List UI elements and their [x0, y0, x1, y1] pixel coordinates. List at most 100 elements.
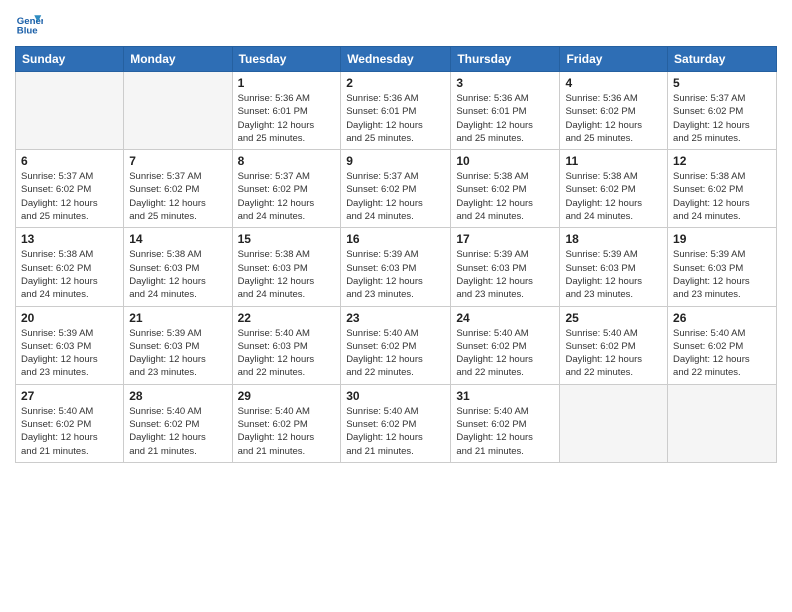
day-number: 21	[129, 311, 226, 325]
calendar-cell: 8 Sunrise: 5:37 AM Sunset: 6:02 PM Daylig…	[232, 150, 341, 228]
day-info: Sunrise: 5:38 AM Sunset: 6:03 PM Dayligh…	[129, 248, 226, 301]
calendar-cell: 4 Sunrise: 5:36 AM Sunset: 6:02 PM Daylig…	[560, 72, 668, 150]
calendar-cell: 20Sunrise: 5:39 AM Sunset: 6:03 PM Dayli…	[16, 306, 124, 384]
day-info: Sunrise: 5:38 AM Sunset: 6:02 PM Dayligh…	[565, 170, 662, 223]
calendar-week-1: 1 Sunrise: 5:36 AM Sunset: 6:01 PM Daylig…	[16, 72, 777, 150]
page: General Blue SundayMondayTuesdayWednesda…	[0, 0, 792, 612]
calendar-week-3: 13 Sunrise: 5:38 AM Sunset: 6:02 PM Dayli…	[16, 228, 777, 306]
weekday-header-monday: Monday	[124, 47, 232, 72]
day-info: Sunrise: 5:36 AM Sunset: 6:01 PM Dayligh…	[346, 92, 445, 145]
calendar-header-row: SundayMondayTuesdayWednesdayThursdayFrid…	[16, 47, 777, 72]
calendar-cell: 6 Sunrise: 5:37 AM Sunset: 6:02 PM Daylig…	[16, 150, 124, 228]
logo: General Blue	[15, 10, 45, 38]
calendar-cell: 23 Sunrise: 5:40 AM Sunset: 6:02 PM Dayli…	[341, 306, 451, 384]
day-info: Sunrise: 5:39 AM Sunset: 6:03 PM Dayligh…	[129, 327, 226, 380]
calendar-cell: 26 Sunrise: 5:40 AM Sunset: 6:02 PM Dayli…	[668, 306, 777, 384]
calendar-cell: 5Sunrise: 5:37 AM Sunset: 6:02 PM Daylig…	[668, 72, 777, 150]
calendar-cell: 12 Sunrise: 5:38 AM Sunset: 6:02 PM Dayli…	[668, 150, 777, 228]
calendar-cell: 29 Sunrise: 5:40 AM Sunset: 6:02 PM Dayli…	[232, 384, 341, 462]
day-number: 26	[673, 311, 771, 325]
calendar-table: SundayMondayTuesdayWednesdayThursdayFrid…	[15, 46, 777, 463]
weekday-header-thursday: Thursday	[451, 47, 560, 72]
calendar-cell	[668, 384, 777, 462]
day-info: Sunrise: 5:36 AM Sunset: 6:02 PM Dayligh…	[565, 92, 662, 145]
calendar-cell: 14 Sunrise: 5:38 AM Sunset: 6:03 PM Dayli…	[124, 228, 232, 306]
day-number: 29	[238, 389, 336, 403]
calendar-cell: 28 Sunrise: 5:40 AM Sunset: 6:02 PM Dayli…	[124, 384, 232, 462]
day-number: 12	[673, 154, 771, 168]
day-number: 11	[565, 154, 662, 168]
calendar-cell: 25Sunrise: 5:40 AM Sunset: 6:02 PM Dayli…	[560, 306, 668, 384]
day-info: Sunrise: 5:37 AM Sunset: 6:02 PM Dayligh…	[21, 170, 118, 223]
day-info: Sunrise: 5:36 AM Sunset: 6:01 PM Dayligh…	[456, 92, 554, 145]
day-number: 14	[129, 232, 226, 246]
day-info: Sunrise: 5:40 AM Sunset: 6:02 PM Dayligh…	[673, 327, 771, 380]
calendar-week-2: 6 Sunrise: 5:37 AM Sunset: 6:02 PM Daylig…	[16, 150, 777, 228]
day-info: Sunrise: 5:39 AM Sunset: 6:03 PM Dayligh…	[673, 248, 771, 301]
day-number: 15	[238, 232, 336, 246]
day-number: 31	[456, 389, 554, 403]
day-info: Sunrise: 5:40 AM Sunset: 6:02 PM Dayligh…	[21, 405, 118, 458]
day-number: 24	[456, 311, 554, 325]
day-info: Sunrise: 5:40 AM Sunset: 6:02 PM Dayligh…	[456, 327, 554, 380]
day-number: 22	[238, 311, 336, 325]
day-info: Sunrise: 5:38 AM Sunset: 6:02 PM Dayligh…	[673, 170, 771, 223]
calendar-cell: 2Sunrise: 5:36 AM Sunset: 6:01 PM Daylig…	[341, 72, 451, 150]
calendar-cell: 17 Sunrise: 5:39 AM Sunset: 6:03 PM Dayli…	[451, 228, 560, 306]
calendar-cell: 13 Sunrise: 5:38 AM Sunset: 6:02 PM Dayli…	[16, 228, 124, 306]
day-number: 6	[21, 154, 118, 168]
day-number: 16	[346, 232, 445, 246]
day-number: 13	[21, 232, 118, 246]
day-info: Sunrise: 5:40 AM Sunset: 6:02 PM Dayligh…	[456, 405, 554, 458]
calendar-cell: 7 Sunrise: 5:37 AM Sunset: 6:02 PM Daylig…	[124, 150, 232, 228]
calendar-cell: 1 Sunrise: 5:36 AM Sunset: 6:01 PM Daylig…	[232, 72, 341, 150]
header: General Blue	[15, 10, 777, 38]
day-number: 1	[238, 76, 336, 90]
calendar-cell: 30Sunrise: 5:40 AM Sunset: 6:02 PM Dayli…	[341, 384, 451, 462]
day-number: 7	[129, 154, 226, 168]
day-number: 10	[456, 154, 554, 168]
calendar-cell	[560, 384, 668, 462]
day-number: 4	[565, 76, 662, 90]
day-number: 19	[673, 232, 771, 246]
calendar-week-4: 20Sunrise: 5:39 AM Sunset: 6:03 PM Dayli…	[16, 306, 777, 384]
day-number: 28	[129, 389, 226, 403]
calendar-cell: 21 Sunrise: 5:39 AM Sunset: 6:03 PM Dayli…	[124, 306, 232, 384]
day-number: 8	[238, 154, 336, 168]
calendar-cell: 10Sunrise: 5:38 AM Sunset: 6:02 PM Dayli…	[451, 150, 560, 228]
calendar-cell	[124, 72, 232, 150]
day-info: Sunrise: 5:38 AM Sunset: 6:03 PM Dayligh…	[238, 248, 336, 301]
weekday-header-saturday: Saturday	[668, 47, 777, 72]
day-number: 25	[565, 311, 662, 325]
calendar-cell: 16 Sunrise: 5:39 AM Sunset: 6:03 PM Dayli…	[341, 228, 451, 306]
calendar-cell: 3 Sunrise: 5:36 AM Sunset: 6:01 PM Daylig…	[451, 72, 560, 150]
day-number: 17	[456, 232, 554, 246]
weekday-header-wednesday: Wednesday	[341, 47, 451, 72]
calendar-cell: 24 Sunrise: 5:40 AM Sunset: 6:02 PM Dayli…	[451, 306, 560, 384]
weekday-header-sunday: Sunday	[16, 47, 124, 72]
day-info: Sunrise: 5:39 AM Sunset: 6:03 PM Dayligh…	[346, 248, 445, 301]
day-info: Sunrise: 5:37 AM Sunset: 6:02 PM Dayligh…	[129, 170, 226, 223]
calendar-cell: 9Sunrise: 5:37 AM Sunset: 6:02 PM Daylig…	[341, 150, 451, 228]
day-number: 18	[565, 232, 662, 246]
day-info: Sunrise: 5:39 AM Sunset: 6:03 PM Dayligh…	[21, 327, 118, 380]
svg-text:Blue: Blue	[17, 26, 38, 37]
day-info: Sunrise: 5:37 AM Sunset: 6:02 PM Dayligh…	[238, 170, 336, 223]
calendar-cell: 11 Sunrise: 5:38 AM Sunset: 6:02 PM Dayli…	[560, 150, 668, 228]
day-info: Sunrise: 5:40 AM Sunset: 6:02 PM Dayligh…	[346, 405, 445, 458]
day-info: Sunrise: 5:40 AM Sunset: 6:02 PM Dayligh…	[346, 327, 445, 380]
day-info: Sunrise: 5:36 AM Sunset: 6:01 PM Dayligh…	[238, 92, 336, 145]
day-number: 5	[673, 76, 771, 90]
calendar-cell: 15 Sunrise: 5:38 AM Sunset: 6:03 PM Dayli…	[232, 228, 341, 306]
day-info: Sunrise: 5:39 AM Sunset: 6:03 PM Dayligh…	[456, 248, 554, 301]
day-number: 23	[346, 311, 445, 325]
calendar-week-5: 27Sunrise: 5:40 AM Sunset: 6:02 PM Dayli…	[16, 384, 777, 462]
calendar-cell: 18 Sunrise: 5:39 AM Sunset: 6:03 PM Dayli…	[560, 228, 668, 306]
day-info: Sunrise: 5:40 AM Sunset: 6:02 PM Dayligh…	[129, 405, 226, 458]
weekday-header-tuesday: Tuesday	[232, 47, 341, 72]
day-info: Sunrise: 5:37 AM Sunset: 6:02 PM Dayligh…	[346, 170, 445, 223]
day-number: 3	[456, 76, 554, 90]
day-info: Sunrise: 5:39 AM Sunset: 6:03 PM Dayligh…	[565, 248, 662, 301]
day-info: Sunrise: 5:38 AM Sunset: 6:02 PM Dayligh…	[21, 248, 118, 301]
day-info: Sunrise: 5:40 AM Sunset: 6:02 PM Dayligh…	[238, 405, 336, 458]
